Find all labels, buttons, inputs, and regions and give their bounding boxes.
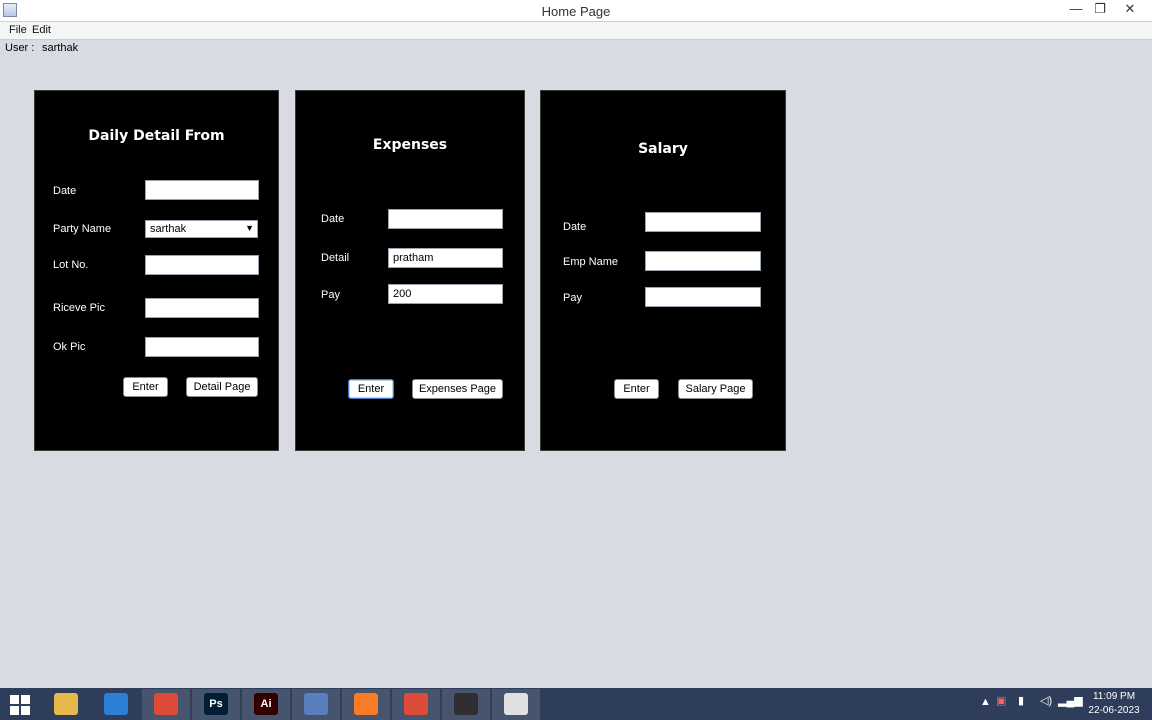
emp-name-input[interactable] [645,251,761,271]
illustrator-icon: Ai [254,693,278,715]
xampp-icon [354,693,378,715]
expenses-panel: Expenses Date Detail Pay Enter Expenses … [295,90,525,451]
taskbar-app-java[interactable] [492,689,540,720]
party-name-value: sarthak [150,223,187,235]
salary-pay-label: Pay [563,292,582,304]
taskbar-app-virtualbox[interactable] [292,689,340,720]
tray-signal-icon[interactable]: ▂▄▆ [1058,694,1083,707]
salary-date-label: Date [563,221,587,233]
ok-pic-input[interactable] [145,337,259,357]
daily-enter-button[interactable]: Enter [123,377,168,397]
maximize-button[interactable]: ❐ [1087,0,1113,20]
photoshop-icon: Ps [204,693,228,715]
taskbar-app-chrome-2[interactable] [392,689,440,720]
clock-date: 22-06-2023 [1088,705,1140,716]
taskbar-clock[interactable]: 11:09 PM 22-06-2023 [1084,690,1144,718]
taskbar-app-obs[interactable] [442,689,490,720]
title-bar: Home Page — ❐ ✕ [0,0,1152,22]
daily-detail-title: Daily Detail From [88,128,225,144]
expenses-date-input[interactable] [388,209,503,229]
close-button[interactable]: ✕ [1117,0,1143,20]
user-name: sarthak [42,42,79,54]
tray-up-arrow-icon[interactable]: ▲ [980,696,991,708]
clock-time: 11:09 PM [1092,691,1136,702]
salary-date-input[interactable] [645,212,761,232]
obs-icon [454,693,478,715]
receive-pic-label: Riceve Pic [53,302,105,314]
expenses-enter-button[interactable]: Enter [348,379,394,399]
vscode-icon [104,693,128,715]
expenses-title: Expenses [372,137,448,153]
java-icon [504,693,528,715]
lot-no-input[interactable] [145,255,259,275]
daily-date-input[interactable] [145,180,259,200]
salary-title: Salary [638,141,688,157]
taskbar: Ps Ai ▲ ▣ ▮ ◁) ▂▄▆ 11:09 PM 22-06-2023 [0,688,1152,720]
tray-network-icon[interactable]: ▣ [996,694,1006,707]
taskbar-app-photoshop[interactable]: Ps [192,689,240,720]
salary-page-button[interactable]: Salary Page [678,379,753,399]
taskbar-app-chrome[interactable] [142,689,190,720]
emp-name-label: Emp Name [563,256,619,268]
expenses-date-label: Date [321,213,345,225]
expenses-detail-label: Detail [321,252,350,264]
expenses-detail-input[interactable] [388,248,503,268]
virtualbox-icon [304,693,328,715]
start-button[interactable] [0,689,48,720]
salary-enter-button[interactable]: Enter [614,379,659,399]
salary-panel: Salary Date Emp Name Pay Enter Salary Pa… [540,90,786,451]
windows-icon [10,695,30,715]
window-title: Home Page [541,4,611,19]
party-name-select[interactable]: sarthak ▼ [145,220,258,238]
daily-detail-panel: Daily Detail From Date Party Name sartha… [34,90,279,451]
expenses-page-button[interactable]: Expenses Page [412,379,503,399]
expenses-pay-label: Pay [321,289,340,301]
receive-pic-input[interactable] [145,298,259,318]
daily-date-label: Date [53,185,77,197]
tray-battery-icon[interactable]: ▮ [1018,694,1024,707]
chevron-down-icon: ▼ [245,223,254,233]
chrome-2-icon [404,693,428,715]
taskbar-app-file-explorer[interactable] [42,689,90,720]
lot-no-label: Lot No. [53,259,89,271]
user-label: User : [5,42,35,54]
minimize-button[interactable]: — [1063,0,1089,20]
taskbar-app-xampp[interactable] [342,689,390,720]
menu-bar: File Edit [0,22,1152,40]
taskbar-app-illustrator[interactable]: Ai [242,689,290,720]
detail-page-button[interactable]: Detail Page [186,377,258,397]
ok-pic-label: Ok Pic [53,341,86,353]
expenses-pay-input[interactable] [388,284,503,304]
salary-pay-input[interactable] [645,287,761,307]
chrome-icon [154,693,178,715]
menu-file[interactable]: File [9,24,27,36]
menu-edit[interactable]: Edit [32,24,51,36]
file-explorer-icon [54,693,78,715]
tray-volume-icon[interactable]: ◁) [1040,694,1052,707]
party-name-label: Party Name [53,223,112,235]
taskbar-app-vscode[interactable] [92,689,140,720]
